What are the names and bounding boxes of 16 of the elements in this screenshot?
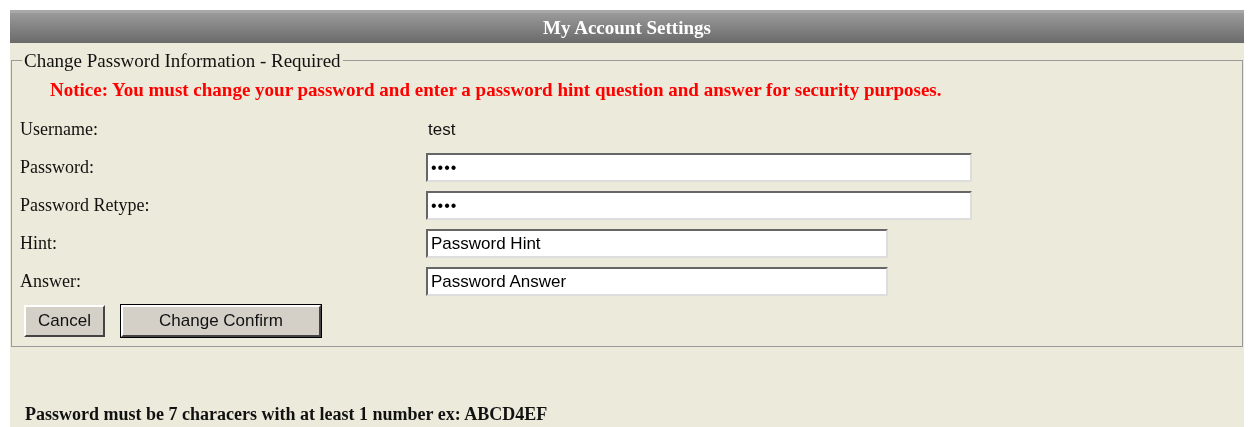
field-label: Username: <box>20 118 99 141</box>
input-field[interactable]: Password Answer <box>426 267 888 296</box>
input-field[interactable]: Password Hint <box>426 229 888 258</box>
username-value: test <box>427 120 456 139</box>
notice-text: Notice: You must change your password and enter a password hint question and answer for security purposes. <box>50 78 943 102</box>
password-field[interactable]: •••• <box>426 153 972 182</box>
field-label: Answer: <box>20 270 82 293</box>
confirm-button[interactable]: Change Confirm <box>120 304 321 337</box>
password-rule-note: Password must be 7 characers with at least 1 number ex: ABCD4EF <box>25 403 549 426</box>
section-legend: Change Password Information - Required <box>22 51 343 70</box>
cancel-button[interactable]: Cancel <box>24 304 105 337</box>
panel-title: My Account Settings <box>10 13 1244 43</box>
password-field[interactable]: •••• <box>426 191 972 220</box>
field-label: Hint: <box>20 232 58 255</box>
field-label: Password Retype: <box>20 194 151 217</box>
field-label: Password: <box>20 156 95 179</box>
